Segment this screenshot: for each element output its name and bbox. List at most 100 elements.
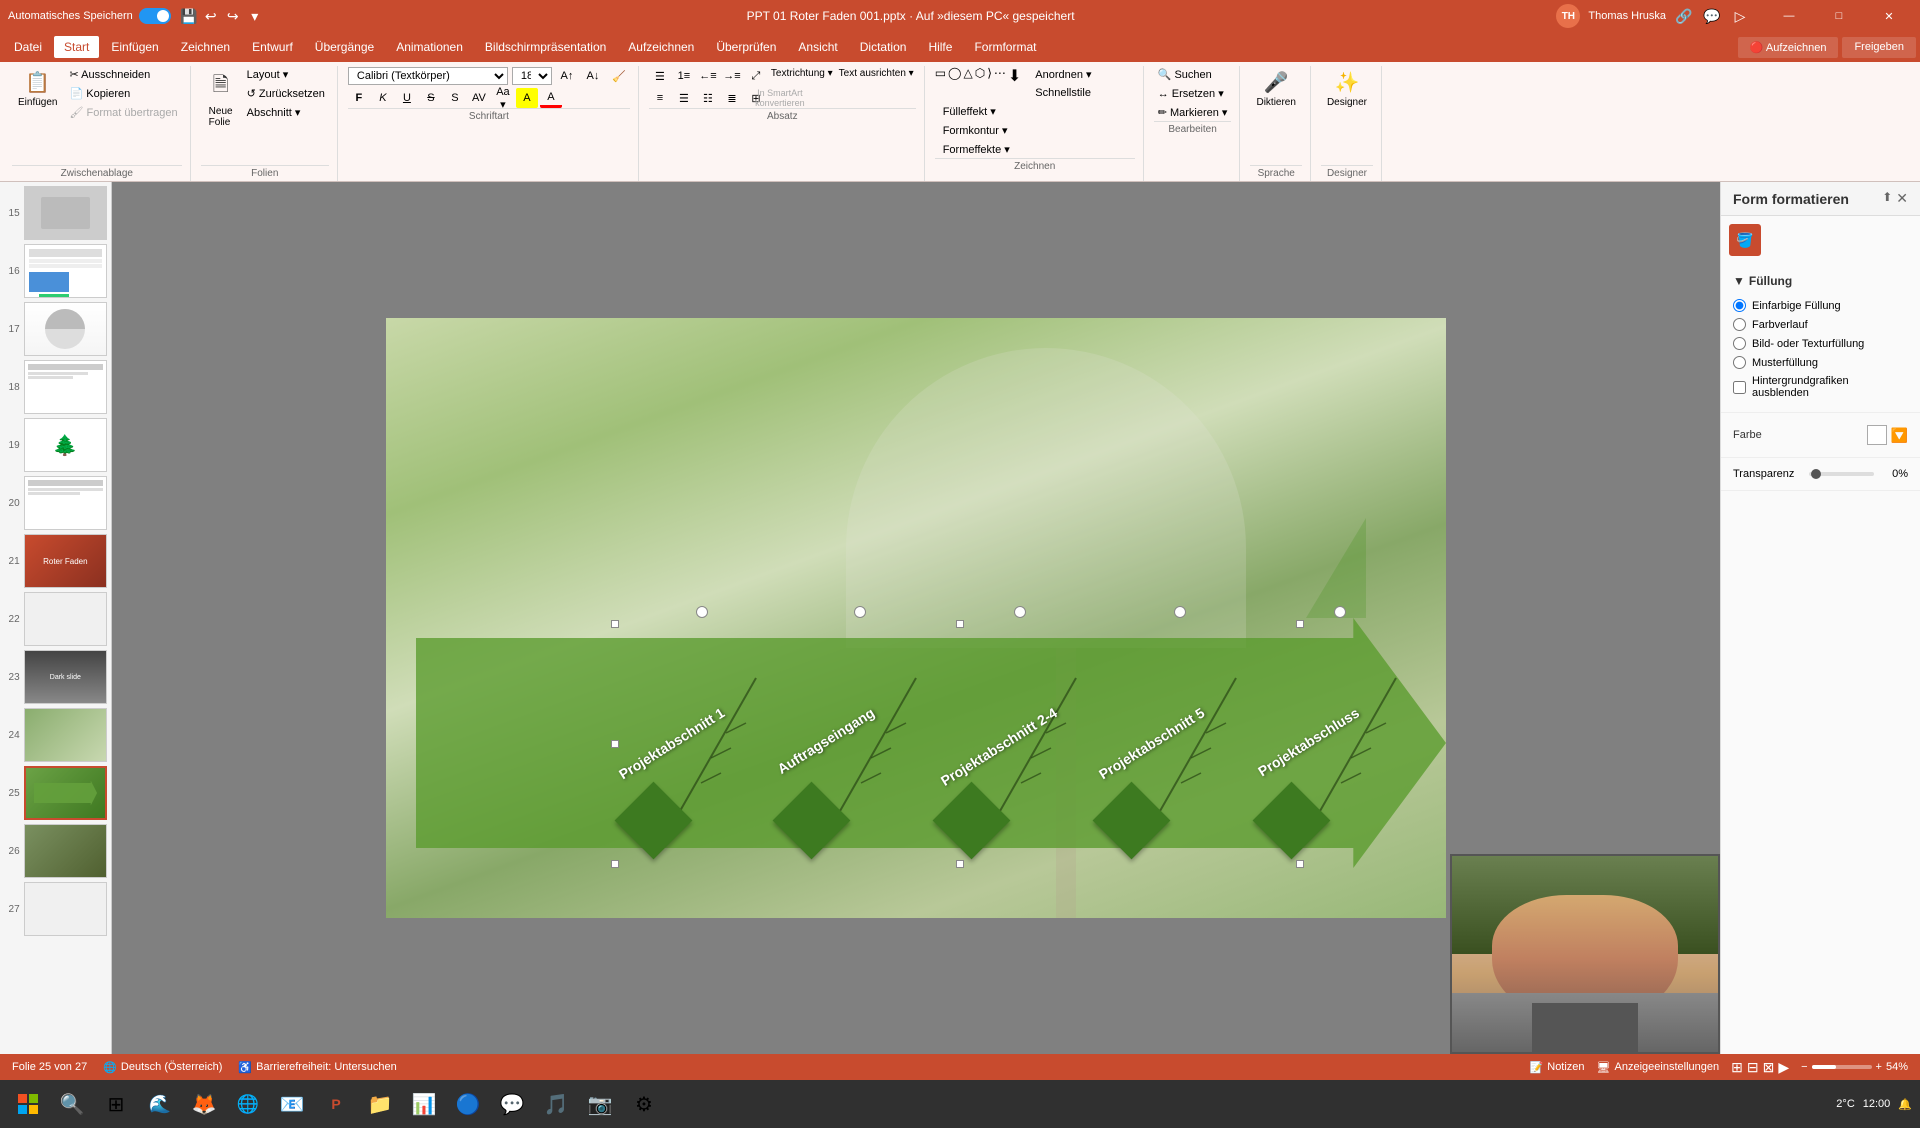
menu-aufzeichnen[interactable]: Aufzeichnen (618, 36, 704, 58)
app3-button[interactable]: 💬 (492, 1084, 532, 1124)
aufzeichnen-button[interactable]: 🔴 Aufzeichnen (1738, 37, 1839, 58)
clear-format-button[interactable]: 🧹 (608, 66, 630, 86)
shape-item[interactable]: ⟩ (987, 66, 992, 101)
pattern-fill-radio[interactable] (1733, 356, 1746, 369)
notification-icon[interactable]: 🔔 (1898, 1098, 1912, 1111)
menu-bildschirm[interactable]: Bildschirmpräsentation (475, 36, 616, 58)
shapes-more[interactable]: ⬇ (1008, 66, 1021, 101)
align-justify-button[interactable]: ≣ (721, 88, 743, 108)
normal-view-button[interactable]: ⊞ (1731, 1059, 1743, 1076)
language-status[interactable]: 🌐 Deutsch (Österreich) (103, 1061, 222, 1074)
fuellung-button[interactable]: Fülleffekt ▾ (939, 103, 1014, 120)
sel-handle-ml[interactable] (611, 740, 619, 748)
freigeben-button[interactable]: Freigeben (1842, 37, 1916, 58)
reading-view-button[interactable]: ⊠ (1763, 1059, 1775, 1076)
pattern-fill-option[interactable]: Musterfüllung (1733, 353, 1908, 372)
sel-handle-bl[interactable] (611, 860, 619, 868)
fill-section-header[interactable]: ▼ Füllung (1733, 270, 1908, 292)
menu-animationen[interactable]: Animationen (386, 36, 473, 58)
shape-item[interactable]: ◯ (948, 66, 961, 101)
schnellstile-button[interactable]: Schnellstile (1031, 85, 1095, 101)
picture-fill-option[interactable]: Bild- oder Texturfüllung (1733, 334, 1908, 353)
markieren-button[interactable]: ✏ Markieren ▾ (1154, 104, 1232, 121)
slide-thumb-27[interactable]: 27 (4, 882, 107, 936)
panel-collapse-button[interactable]: ⬆ (1882, 190, 1892, 207)
panel-close-button[interactable]: ✕ (1896, 190, 1908, 207)
notes-button[interactable]: 📝 Notizen (1530, 1061, 1585, 1074)
suchen-button[interactable]: 🔍 Suchen (1154, 66, 1232, 83)
start-button[interactable] (8, 1084, 48, 1124)
firefox-button[interactable]: 🦊 (184, 1084, 224, 1124)
bullets-button[interactable]: ☰ (649, 66, 671, 86)
task-view-button[interactable]: ⊞ (96, 1084, 136, 1124)
folder-button[interactable]: 📁 (360, 1084, 400, 1124)
align-left-button[interactable]: ≡ (649, 88, 671, 108)
sel-handle-br[interactable] (1296, 860, 1304, 868)
zoom-slider[interactable] (1812, 1065, 1872, 1069)
fill-icon-button[interactable]: 🪣 (1729, 224, 1761, 256)
sel-handle-tr[interactable] (1296, 620, 1304, 628)
zuruecksetzen-button[interactable]: ↺ Zurücksetzen (243, 85, 329, 102)
font-size-select[interactable]: 18 (512, 67, 552, 85)
transparency-slider[interactable] (1809, 472, 1874, 476)
user-avatar[interactable]: TH (1556, 4, 1580, 28)
menu-ueberpruefen[interactable]: Überprüfen (706, 36, 786, 58)
font-family-select[interactable]: Calibri (Textkörper) (348, 67, 508, 85)
slide-thumb-23[interactable]: 23 Dark slide (4, 650, 107, 704)
display-settings-button[interactable]: 🖥 Anzeigeeinstellungen (1597, 1061, 1720, 1074)
maximize-button[interactable]: □ (1816, 0, 1862, 32)
slide-thumb-20[interactable]: 20 (4, 476, 107, 530)
numbering-button[interactable]: 1≡ (673, 66, 695, 86)
underline-button[interactable]: U (396, 88, 418, 108)
menu-dictation[interactable]: Dictation (850, 36, 917, 58)
chrome-button[interactable]: 🌐 (228, 1084, 268, 1124)
anordnen-button[interactable]: Anordnen ▾ (1031, 66, 1095, 83)
rotate-handle-4[interactable] (1174, 606, 1186, 618)
slide-sorter-button[interactable]: ⊟ (1747, 1059, 1759, 1076)
sel-handle-tl[interactable] (611, 620, 619, 628)
sel-handle-tm[interactable] (956, 620, 964, 628)
zoom-out-button[interactable]: − (1801, 1061, 1807, 1073)
slide-thumb-16[interactable]: 16 (4, 244, 107, 298)
color-swatch[interactable] (1867, 425, 1887, 445)
app4-button[interactable]: 🎵 (536, 1084, 576, 1124)
menu-entwurf[interactable]: Entwurf (242, 36, 303, 58)
italic-button[interactable]: K (372, 88, 394, 108)
slide-thumb-26[interactable]: 26 (4, 824, 107, 878)
solid-fill-option[interactable]: Einfarbige Füllung (1733, 296, 1908, 315)
menu-hilfe[interactable]: Hilfe (918, 36, 962, 58)
align-center-button[interactable]: ☰ (673, 88, 695, 108)
menu-start[interactable]: Start (54, 36, 99, 58)
autosave-toggle[interactable] (139, 8, 171, 24)
slide-canvas[interactable]: Projektabschnitt 1 Auftragseingang Proje… (386, 318, 1446, 918)
neue-folie-button[interactable]: 🗎 NeueFolie (201, 66, 241, 132)
bold-button[interactable]: F (348, 88, 370, 108)
hide-bg-option[interactable]: Hintergrundgrafiken ausblenden (1733, 372, 1908, 402)
abschnitt-button[interactable]: Abschnitt ▾ (243, 104, 329, 121)
smartart-convert-button[interactable]: In SmartArt konvertieren (769, 88, 791, 108)
format-uebertragen-button[interactable]: 🖌 Format übertragen (65, 104, 181, 121)
char-spacing-button[interactable]: AV (468, 88, 490, 108)
effekte-button[interactable]: Formeffekte ▾ (939, 141, 1014, 158)
slide-thumb-22[interactable]: 22 (4, 592, 107, 646)
menu-ansicht[interactable]: Ansicht (788, 36, 847, 58)
shadow-button[interactable]: S (444, 88, 466, 108)
menu-formformat[interactable]: Formformat (964, 36, 1046, 58)
indent-less-button[interactable]: ←≡ (697, 66, 719, 86)
menu-zeichnen[interactable]: Zeichnen (171, 36, 240, 58)
slideshow-button[interactable]: ▶ (1778, 1059, 1789, 1076)
picture-fill-radio[interactable] (1733, 337, 1746, 350)
comments-icon[interactable]: 💬 (1702, 6, 1722, 26)
gradient-fill-radio[interactable] (1733, 318, 1746, 331)
smartart-button[interactable]: ⤢ (745, 66, 767, 86)
rotate-handle-3[interactable] (1014, 606, 1026, 618)
increase-font-button[interactable]: A↑ (556, 66, 578, 86)
shape-item[interactable]: ⬡ (975, 66, 985, 101)
ausschneiden-button[interactable]: ✂ Ausschneiden (65, 66, 181, 83)
search-taskbar-button[interactable]: 🔍 (52, 1084, 92, 1124)
highlight-button[interactable]: A (516, 88, 538, 108)
app2-button[interactable]: 🔵 (448, 1084, 488, 1124)
gradient-fill-option[interactable]: Farbverlauf (1733, 315, 1908, 334)
more-icon[interactable]: ▾ (245, 6, 265, 26)
rotate-handle-2[interactable] (854, 606, 866, 618)
